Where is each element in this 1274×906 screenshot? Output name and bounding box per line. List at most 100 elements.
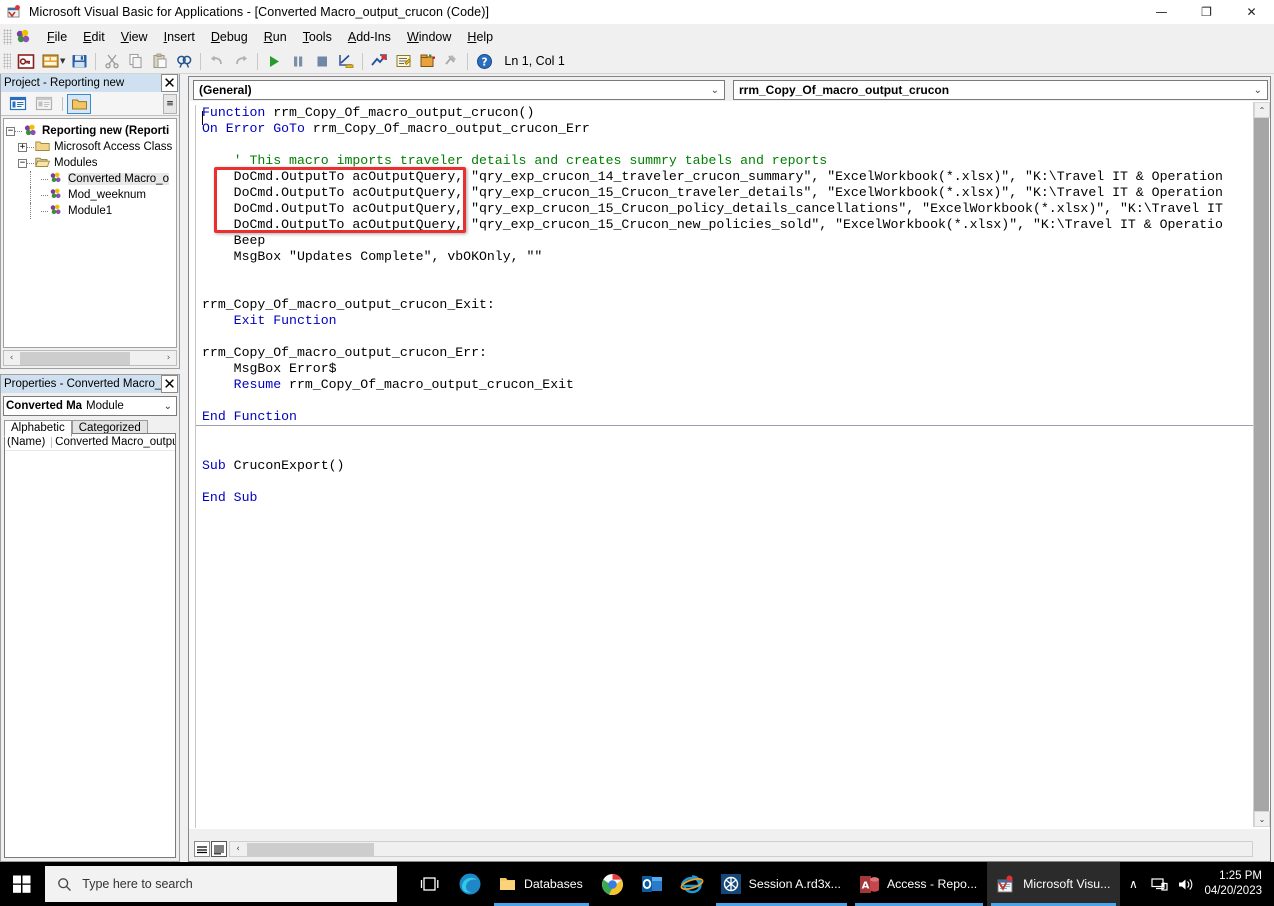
tree-node-modules[interactable]: − Modules	[4, 155, 176, 171]
find-icon[interactable]	[173, 51, 195, 72]
project-tree[interactable]: − Reporting new (Reporti + Microsoft Access…	[3, 118, 177, 348]
chevron-down-icon[interactable]: ⌄	[164, 401, 172, 412]
procedure-view-icon[interactable]	[194, 841, 210, 857]
insert-module-icon[interactable]	[39, 51, 61, 72]
folder-icon	[498, 875, 517, 893]
view-microsoft-access-icon[interactable]	[15, 51, 37, 72]
view-code-icon[interactable]	[6, 94, 30, 114]
code-text-block-2[interactable]: Sub CruconExport() End Sub	[196, 426, 1253, 506]
project-hscroll-thumb[interactable]	[20, 351, 130, 365]
chrome-icon[interactable]	[593, 862, 633, 906]
collapse-icon[interactable]: −	[18, 158, 27, 168]
code-vscroll-up-arrow[interactable]: ⌃	[1254, 102, 1270, 118]
menu-item-help[interactable]: Help	[459, 27, 501, 47]
menu-item-view[interactable]: View	[113, 27, 156, 47]
toolbar-separator	[467, 52, 469, 70]
toggle-folders-icon[interactable]	[67, 93, 91, 114]
full-module-view-icon[interactable]	[211, 841, 227, 857]
code-hscroll-thumb[interactable]	[247, 842, 374, 856]
object-browser-icon[interactable]	[416, 51, 438, 72]
menu-item-window[interactable]: Window	[399, 27, 459, 47]
minimize-button[interactable]: —	[1139, 0, 1184, 24]
code-editor[interactable]: Function rrm_Copy_Of_macro_output_crucon…	[195, 105, 1253, 828]
help-icon[interactable]: ?	[473, 51, 495, 72]
menu-item-insert[interactable]: Insert	[156, 27, 203, 47]
undo-icon[interactable]	[206, 51, 228, 72]
show-hidden-icons-icon[interactable]: ∧	[1120, 862, 1146, 906]
properties-tab-alphabetic[interactable]: Alphabetic	[4, 420, 72, 437]
project-hscroll-left-arrow[interactable]: ‹	[4, 351, 19, 365]
tree-node-label: Modules	[54, 157, 98, 169]
chevron-down-icon[interactable]: ⌄	[711, 85, 719, 96]
redo-icon[interactable]	[230, 51, 252, 72]
run-icon[interactable]	[263, 51, 285, 72]
project-hscrollbar[interactable]: ‹ ›	[3, 350, 177, 366]
chevron-down-icon[interactable]: ⌄	[1254, 85, 1262, 96]
project-toolbar-overflow-icon[interactable]: ≡	[163, 94, 177, 114]
network-icon[interactable]	[1146, 862, 1172, 906]
properties-window-icon[interactable]	[392, 51, 414, 72]
tree-node-microsoft-access-class[interactable]: + Microsoft Access Class (	[4, 139, 176, 155]
taskbar-clock[interactable]: 1:25 PM 04/20/2023	[1198, 869, 1274, 899]
save-icon[interactable]	[68, 51, 90, 72]
taskbar-item-access[interactable]: A Access - Repo...	[851, 862, 987, 906]
code-hscroll-left-arrow[interactable]: ‹	[230, 842, 246, 856]
menu-item-file[interactable]: File	[39, 27, 75, 47]
taskbar-item-databases[interactable]: Databases	[490, 862, 593, 906]
tree-node-reporting-new-reporti[interactable]: − Reporting new (Reporti	[4, 123, 176, 139]
code-text-block[interactable]: Function rrm_Copy_Of_macro_output_crucon…	[196, 105, 1253, 425]
taskbar-item-session[interactable]: Session A.rd3x...	[712, 862, 851, 906]
collapse-icon[interactable]: −	[6, 126, 15, 136]
toolbox-icon[interactable]	[440, 51, 462, 72]
close-button[interactable]: ✕	[1229, 0, 1274, 24]
tree-node-label: Module1	[68, 205, 113, 217]
window-controls: — ❐ ✕	[1139, 0, 1274, 24]
volume-icon[interactable]	[1172, 862, 1198, 906]
restore-button[interactable]: ❐	[1184, 0, 1229, 24]
menu-item-tools[interactable]: Tools	[295, 27, 340, 47]
reset-icon[interactable]	[311, 51, 333, 72]
property-value[interactable]: Converted Macro_output_	[52, 436, 175, 448]
code-hscrollbar[interactable]: ‹	[229, 841, 1253, 857]
menu-item-debug[interactable]: Debug	[203, 27, 256, 47]
menu-item-add-ins[interactable]: Add-Ins	[340, 27, 399, 47]
view-object-icon[interactable]	[32, 94, 56, 114]
svg-text:?: ?	[481, 56, 487, 68]
toolbar-grip[interactable]	[3, 53, 11, 69]
menu-item-run[interactable]: Run	[256, 27, 295, 47]
object-combo-value: (General)	[199, 83, 252, 97]
tree-node-mod-weeknum[interactable]: Mod_weeknum	[4, 187, 176, 203]
project-explorer-icon[interactable]	[368, 51, 390, 72]
procedure-combo[interactable]: rrm_Copy_Of_macro_output_crucon ⌄	[733, 80, 1268, 100]
code-vscroll-down-arrow[interactable]: ⌄	[1254, 811, 1270, 827]
object-combo[interactable]: (General) ⌄	[193, 80, 725, 100]
menu-item-edit[interactable]: Edit	[75, 27, 113, 47]
properties-object-combo[interactable]: Converted Ma Module ⌄	[3, 396, 177, 416]
tree-node-label: Mod_weeknum	[68, 189, 146, 201]
internet-explorer-icon[interactable]	[672, 862, 712, 906]
tree-node-module1[interactable]: Module1	[4, 203, 176, 219]
properties-panel-close-icon[interactable]: ✕	[161, 375, 178, 393]
task-view-icon[interactable]	[411, 862, 451, 906]
design-mode-icon[interactable]	[335, 51, 357, 72]
paste-icon[interactable]	[149, 51, 171, 72]
tree-node-converted-macro-o[interactable]: Converted Macro_o	[4, 171, 176, 187]
expand-icon[interactable]: +	[18, 142, 27, 152]
tree-connector	[27, 162, 34, 164]
search-input[interactable]: Type here to search	[45, 866, 397, 902]
copy-icon[interactable]	[125, 51, 147, 72]
tree-connector	[30, 187, 41, 203]
cut-icon[interactable]	[101, 51, 123, 72]
taskbar-item-label: Microsoft Visu...	[1023, 877, 1111, 891]
edge-icon[interactable]	[450, 862, 490, 906]
start-icon[interactable]	[0, 862, 43, 906]
project-hscroll-right-arrow[interactable]: ›	[161, 351, 176, 365]
break-icon[interactable]	[287, 51, 309, 72]
properties-grid[interactable]: (Name) Converted Macro_output_	[4, 433, 176, 858]
project-panel-close-icon[interactable]: ✕	[161, 74, 178, 92]
taskbar-item-visual-basic[interactable]: Microsoft Visu...	[987, 862, 1121, 906]
menu-grip[interactable]	[3, 28, 12, 45]
outlook-icon[interactable]	[632, 862, 672, 906]
tree-connector	[41, 194, 48, 196]
code-vscrollbar[interactable]: ⌃ ⌄	[1253, 102, 1270, 827]
